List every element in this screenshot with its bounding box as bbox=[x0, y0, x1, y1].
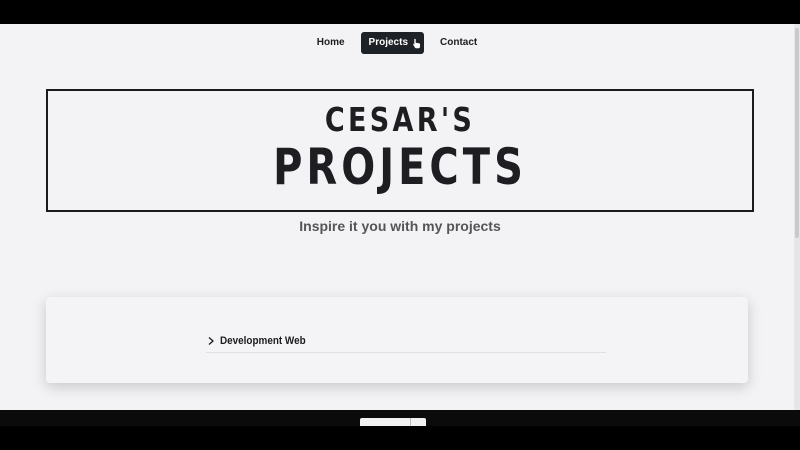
footer-bar bbox=[0, 410, 800, 450]
page-viewport: Home Projects Contact CESAR'S PROJECTS I… bbox=[0, 24, 800, 410]
hero-title-line1: CESAR'S bbox=[324, 100, 476, 139]
nav-contact[interactable]: Contact bbox=[432, 32, 485, 54]
chevron-right-icon bbox=[208, 336, 214, 345]
bottom-letterbox bbox=[0, 426, 800, 450]
hero-frame: CESAR'S PROJECTS bbox=[46, 89, 754, 212]
hero-subtitle: Inspire it you with my projects bbox=[299, 218, 501, 234]
nav-projects[interactable]: Projects bbox=[360, 32, 425, 54]
scrollbar-thumb[interactable] bbox=[795, 28, 799, 238]
projects-card: Development Web bbox=[46, 297, 748, 383]
scrollbar[interactable] bbox=[794, 24, 800, 410]
nav-home[interactable]: Home bbox=[309, 32, 353, 54]
top-letterbox bbox=[0, 0, 800, 24]
nav-projects-label: Projects bbox=[368, 37, 409, 48]
accordion-item-development-web[interactable]: Development Web bbox=[206, 329, 606, 353]
hand-pointer-icon bbox=[412, 38, 421, 49]
accordion-label: Development Web bbox=[220, 334, 306, 347]
main-nav: Home Projects Contact bbox=[0, 32, 794, 54]
hero-title-line2: PROJECTS bbox=[273, 138, 527, 196]
